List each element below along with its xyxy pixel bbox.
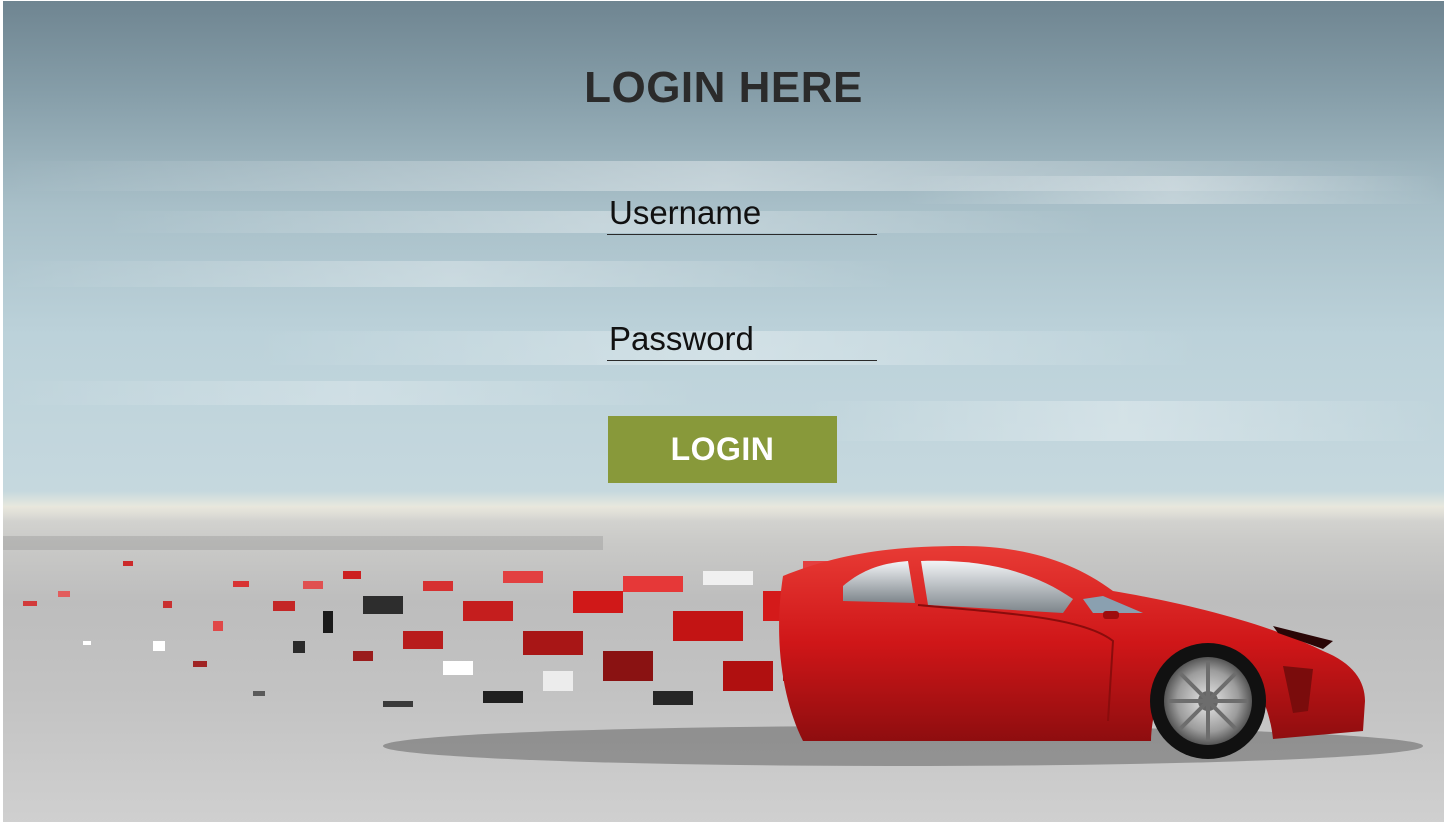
login-button[interactable]: LOGIN xyxy=(608,416,837,483)
page-title: LOGIN HERE xyxy=(584,63,863,112)
password-input[interactable] xyxy=(607,319,877,361)
login-form: LOGIN HERE LOGIN xyxy=(3,1,1444,501)
particle-trail xyxy=(23,561,843,707)
car-wheel xyxy=(1150,643,1266,759)
background-scene: LOGIN HERE LOGIN xyxy=(3,1,1444,822)
username-input[interactable] xyxy=(607,193,877,235)
car-body xyxy=(779,546,1365,741)
login-page: LOGIN HERE LOGIN xyxy=(0,0,1448,822)
